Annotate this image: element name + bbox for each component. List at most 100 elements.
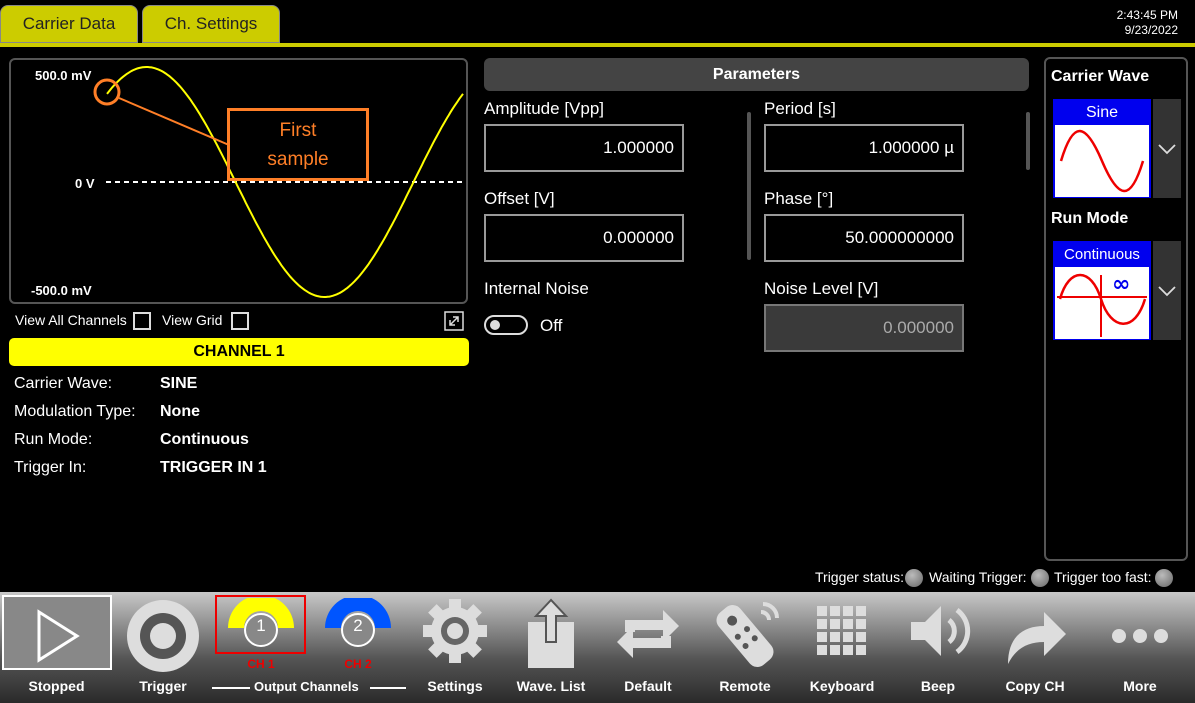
key-square (843, 606, 853, 616)
period-label: Period [s] (764, 99, 836, 118)
play-icon (37, 609, 80, 663)
settings-label: Settings (427, 678, 483, 694)
trigger-label: Trigger (139, 678, 187, 694)
params-scrollbar-right[interactable] (1026, 112, 1030, 170)
tab-ch-settings[interactable]: Ch. Settings (142, 5, 280, 43)
view-grid-label: View Grid (162, 312, 223, 328)
view-all-channels-label: View All Channels (15, 312, 127, 328)
export-icon (528, 598, 574, 668)
more-button[interactable]: More (1092, 592, 1188, 703)
trigger-in-key: Trigger In: (14, 459, 87, 476)
ch1-number: 1 (256, 616, 266, 635)
stopped-label: Stopped (28, 678, 85, 694)
key-square (817, 645, 827, 655)
view-grid-checkbox[interactable] (231, 312, 249, 330)
key-square (856, 606, 866, 616)
output-channels-rule-left (212, 687, 250, 689)
offset-field[interactable]: 0.000000 (484, 214, 684, 262)
amplitude-field[interactable]: 1.000000 (484, 124, 684, 172)
more-icon (1112, 629, 1168, 643)
svg-text:∞: ∞ (1112, 272, 1130, 297)
key-square (830, 606, 840, 616)
ch1-label: CH 1 (247, 657, 275, 671)
tab-carrier-data[interactable]: Carrier Data (0, 5, 138, 43)
internal-noise-toggle[interactable] (484, 315, 528, 335)
run-mode-select[interactable]: Continuous ∞ (1053, 241, 1151, 340)
phase-label: Phase [°] (764, 189, 834, 208)
trigger-status-led (905, 569, 923, 587)
output-channels-rule-right (370, 687, 406, 689)
internal-noise-state: Off (540, 316, 563, 335)
key-square (843, 645, 853, 655)
remote-label: Remote (719, 678, 771, 694)
speaker-icon (911, 606, 971, 656)
beep-label: Beep (920, 678, 956, 694)
settings-button[interactable]: Settings (407, 592, 503, 703)
run-mode-selected: Continuous (1064, 246, 1140, 263)
key-square (830, 632, 840, 642)
params-scrollbar-left[interactable] (747, 112, 751, 260)
wave-list-button[interactable]: Wave. List (503, 592, 599, 703)
clock-time: 2:43:45 PM (1116, 8, 1178, 22)
ch2-number: 2 (353, 616, 363, 635)
offset-label: Offset [V] (484, 189, 555, 208)
clock-date: 9/23/2022 (1124, 23, 1178, 37)
remote-button[interactable]: Remote (697, 592, 793, 703)
carrier-wave-select[interactable]: Sine (1053, 99, 1151, 198)
keyboard-icon (817, 606, 866, 655)
phase-field[interactable]: 50.000000000 (764, 214, 964, 262)
modulation-type-value: None (160, 403, 200, 420)
copy-ch-label: Copy CH (1005, 678, 1065, 694)
parameters-header: Parameters (484, 58, 1029, 91)
default-label: Default (624, 678, 672, 694)
tab-underline (0, 43, 1195, 47)
tab-label: Ch. Settings (164, 14, 258, 33)
first-sample-marker (93, 78, 121, 106)
default-button[interactable]: Default (600, 592, 696, 703)
key-square (817, 606, 827, 616)
copy-ch-button[interactable]: Copy CH (987, 592, 1083, 703)
remote-icon (716, 602, 779, 667)
chevron-down-icon (1158, 143, 1176, 154)
wave-list-label: Wave. List (516, 678, 586, 694)
trigger-status-label: Trigger status: (815, 569, 904, 585)
modulation-type-key: Modulation Type: (14, 403, 136, 420)
noise-level-label: Noise Level [V] (764, 279, 879, 298)
beep-button[interactable]: Beep (890, 592, 986, 703)
key-square (843, 632, 853, 642)
trigger-button[interactable]: Trigger (115, 592, 211, 703)
run-mode-value: Continuous (160, 431, 249, 448)
more-label: More (1123, 678, 1157, 694)
key-square (817, 619, 827, 629)
period-field[interactable]: 1.000000 µ (764, 124, 964, 172)
carrier-wave-dropdown[interactable] (1153, 99, 1181, 198)
sine-wave-icon (1059, 129, 1145, 193)
trigger-too-fast-label: Trigger too fast: (1054, 569, 1152, 585)
run-mode-dropdown[interactable] (1153, 241, 1181, 340)
keyboard-button[interactable]: Keyboard (794, 592, 890, 703)
chevron-down-icon (1158, 285, 1176, 296)
view-all-channels-checkbox[interactable] (133, 312, 151, 330)
carrier-wave-title: Carrier Wave (1051, 68, 1150, 85)
carrier-wave-key: Carrier Wave: (14, 375, 113, 392)
waiting-trigger-label: Waiting Trigger: (929, 569, 1027, 585)
run-mode-title: Run Mode (1051, 210, 1129, 227)
key-square (843, 619, 853, 629)
annotation-leader (118, 97, 230, 146)
key-square (856, 619, 866, 629)
toggle-knob (490, 320, 500, 330)
tab-label: Carrier Data (22, 14, 116, 33)
key-square (817, 632, 827, 642)
noise-level-field: 0.000000 (764, 304, 964, 352)
keyboard-label: Keyboard (809, 678, 875, 694)
channel-bar: CHANNEL 1 (9, 338, 469, 366)
carrier-wave-value: SINE (160, 375, 198, 392)
internal-noise-label: Internal Noise (484, 279, 589, 298)
y-zero-label: 0 V (75, 176, 95, 191)
stopped-button[interactable]: Stopped (0, 592, 113, 703)
trigger-icon (127, 600, 199, 672)
amplitude-label: Amplitude [Vpp] (484, 99, 605, 118)
expand-icon[interactable] (444, 311, 464, 331)
bottom-toolbar: Stopped Trigger 1 CH 1 2 CH 2 Output Cha… (0, 592, 1195, 703)
first-sample-annotation: First sample (227, 108, 369, 181)
